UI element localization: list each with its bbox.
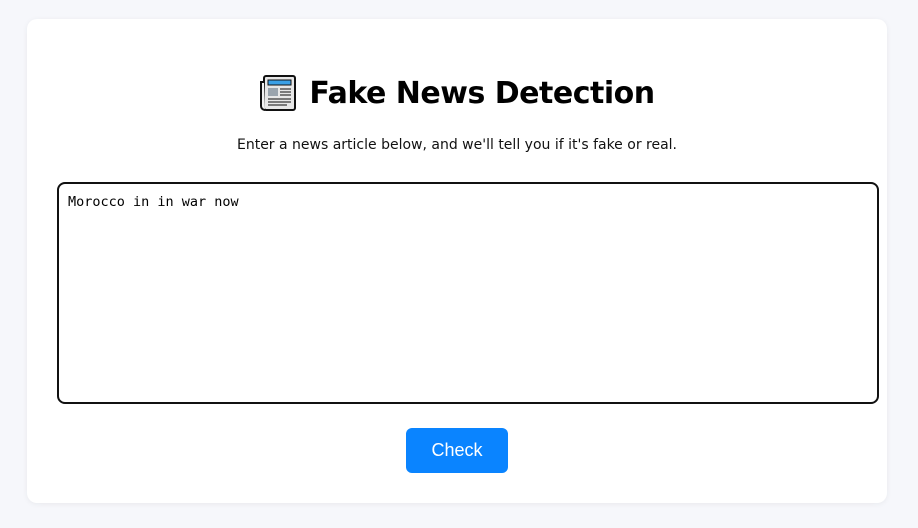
page-subtitle: Enter a news article below, and we'll te… xyxy=(236,137,677,153)
check-button[interactable]: Check xyxy=(406,428,508,473)
page-title: Fake News Detection xyxy=(309,75,655,111)
main-card: Fake News Detection Enter a news article… xyxy=(27,19,887,503)
newspaper-icon xyxy=(259,74,297,112)
news-article-input[interactable]: Morocco in in war now xyxy=(57,182,879,404)
page-header: Fake News Detection xyxy=(27,74,887,112)
